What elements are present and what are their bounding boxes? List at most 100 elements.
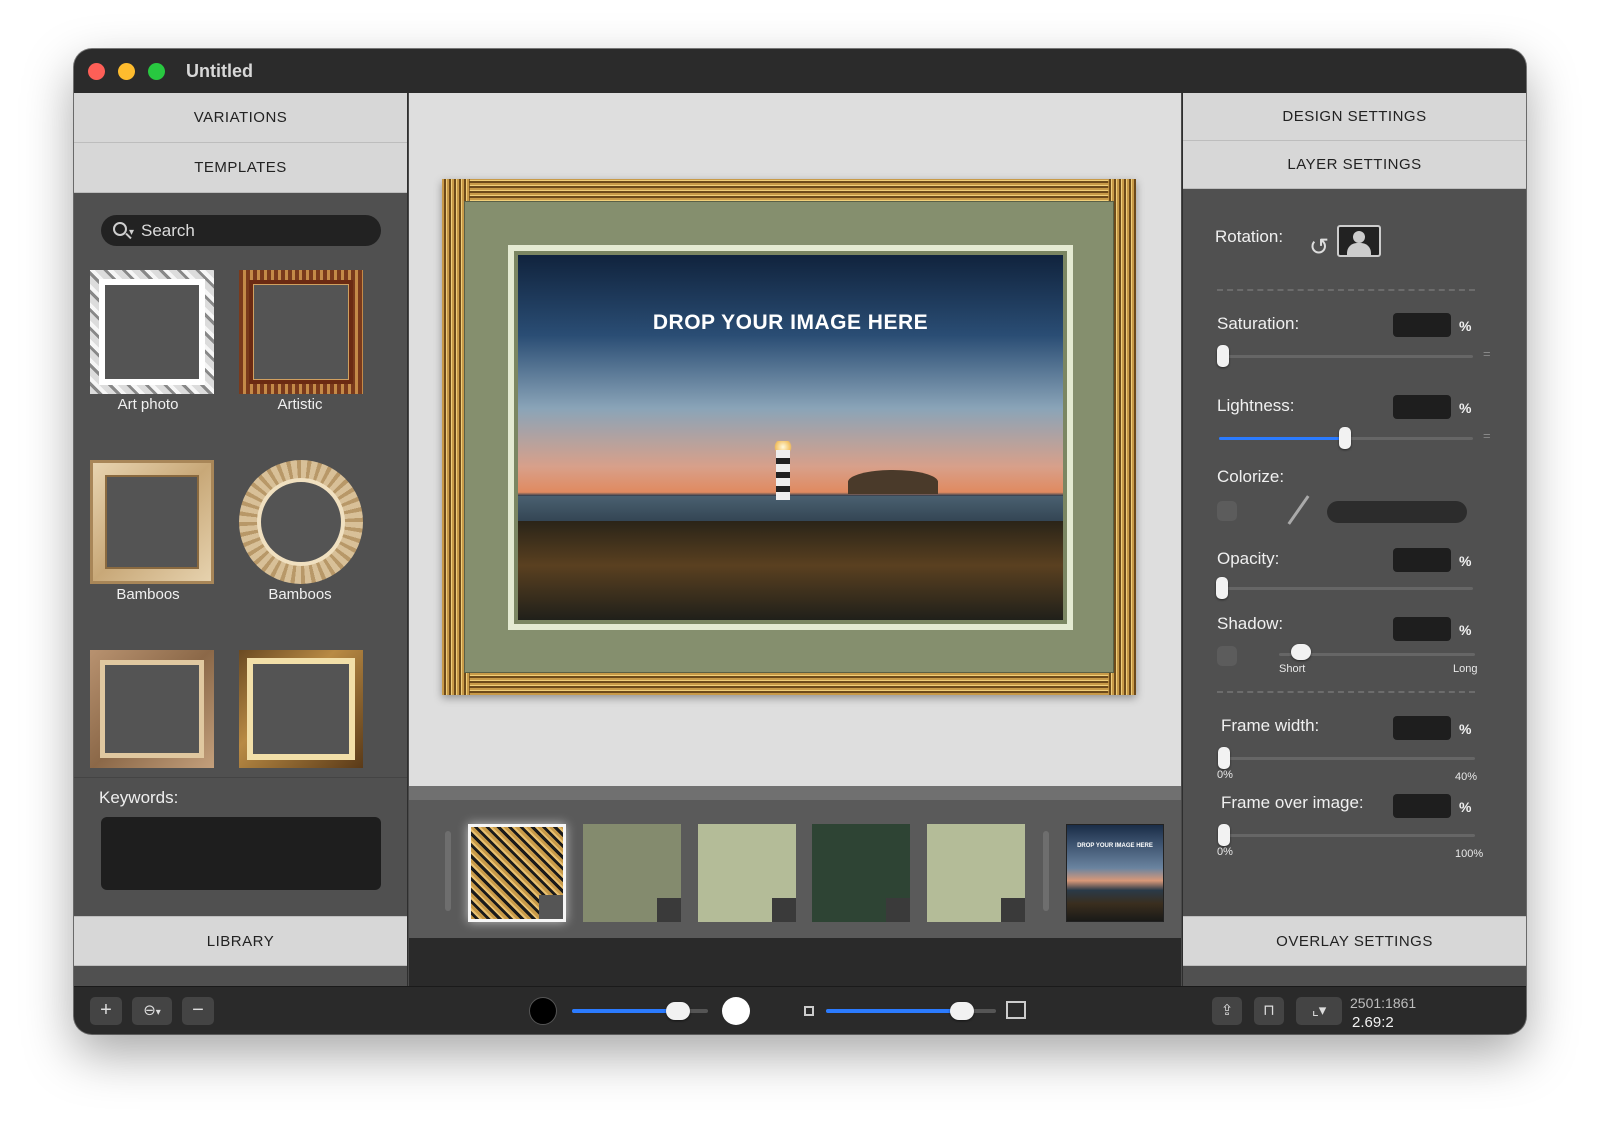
eyedropper-icon[interactable] xyxy=(1287,495,1310,525)
brightness-slider-knob[interactable] xyxy=(666,1002,690,1020)
image-drop-zone[interactable]: DROP YOUR IMAGE HERE xyxy=(518,255,1063,620)
rotation-label: Rotation: xyxy=(1215,227,1284,246)
overlay-settings-button[interactable]: OVERLAY SETTINGS xyxy=(1183,916,1526,966)
search-placeholder: Search xyxy=(141,221,195,240)
chevron-down-icon: ▾ xyxy=(129,227,135,238)
window-title: Untitled xyxy=(186,61,253,81)
percent-label: % xyxy=(1459,721,1472,737)
frame-over-image-label: Frame over image: xyxy=(1221,793,1364,812)
saturation-slider[interactable] xyxy=(1219,355,1473,358)
template-artistic[interactable] xyxy=(239,270,363,394)
strip-scroll-left[interactable] xyxy=(445,831,451,911)
color-swatch[interactable] xyxy=(927,824,1025,922)
strip-scroll-right[interactable] xyxy=(1043,831,1049,911)
frame-over-image-field[interactable] xyxy=(1393,794,1451,818)
thumbnail-text: DROP YOUR IMAGE HERE xyxy=(1077,843,1153,849)
ellipsis-circle-icon: ⊖ xyxy=(143,1002,156,1019)
saturation-slider-knob[interactable] xyxy=(1217,345,1229,367)
template-label: Bamboos xyxy=(268,586,332,603)
shadow-short-label: Short xyxy=(1279,663,1306,675)
saturation-field[interactable] xyxy=(1393,313,1451,337)
frame-width-max-label: 40% xyxy=(1455,771,1478,783)
white-color-icon[interactable] xyxy=(722,997,750,1025)
lightness-slider-knob[interactable] xyxy=(1339,427,1351,449)
template-label: Bamboos xyxy=(116,586,180,603)
template-brown-frame[interactable] xyxy=(90,650,214,768)
color-swatch[interactable] xyxy=(812,824,910,922)
frame-width-slider-knob[interactable] xyxy=(1218,747,1230,769)
shadow-long-label: Long xyxy=(1453,663,1478,675)
percent-label: % xyxy=(1459,553,1472,569)
small-size-icon[interactable] xyxy=(804,1006,814,1016)
frame-over-image-slider[interactable] xyxy=(1219,834,1475,837)
frame-over-image-slider-knob[interactable] xyxy=(1218,824,1230,846)
zoom-slider-knob[interactable] xyxy=(950,1002,974,1020)
keywords-field[interactable] xyxy=(101,817,381,890)
zoom-window-button[interactable] xyxy=(148,63,165,80)
opacity-label: Opacity: xyxy=(1217,549,1280,568)
percent-label: % xyxy=(1459,799,1472,815)
canvas-area: DROP YOUR IMAGE HERE xyxy=(409,93,1181,786)
templates-button[interactable]: TEMPLATES xyxy=(74,143,407,193)
search-input[interactable]: ▾ Search xyxy=(101,215,381,246)
layer-settings-button[interactable]: LAYER SETTINGS xyxy=(1183,141,1526,189)
lock-icon[interactable]: ⊓ xyxy=(1254,997,1284,1025)
aspect-ratio-label: 2.69:2 xyxy=(1352,1014,1394,1031)
saturation-label: Saturation: xyxy=(1217,314,1300,333)
title-bar: Untitled xyxy=(74,49,1526,93)
lightness-label: Lightness: xyxy=(1217,396,1295,415)
search-icon xyxy=(113,222,127,236)
minimize-window-button[interactable] xyxy=(118,63,135,80)
more-options-button[interactable]: ⊖▾ xyxy=(132,997,172,1025)
frame-width-slider[interactable] xyxy=(1219,757,1475,760)
template-bamboos-round[interactable] xyxy=(239,460,363,584)
shadow-field[interactable] xyxy=(1393,617,1451,641)
app-window: Untitled VARIATIONS TEMPLATES ▾ Search A… xyxy=(74,49,1526,1034)
template-label: Artistic xyxy=(277,396,323,413)
large-size-icon[interactable] xyxy=(1006,1001,1026,1019)
keywords-label: Keywords: xyxy=(99,788,179,807)
share-icon[interactable]: ⇪ xyxy=(1212,997,1242,1025)
template-bamboos-square[interactable] xyxy=(90,460,214,584)
frame-over-max-label: 100% xyxy=(1455,848,1484,860)
bottom-toolbar: + ⊖▾ − ⇪ ⊓ ⌞▾ 2501:1861 2.69:2 xyxy=(74,986,1526,1034)
frame-over-min-label: 0% xyxy=(1217,846,1233,858)
design-settings-button[interactable]: DESIGN SETTINGS xyxy=(1183,93,1526,141)
template-gold-frame[interactable] xyxy=(239,650,363,768)
image-size-label: 2501:1861 xyxy=(1350,995,1417,1011)
frame-width-field[interactable] xyxy=(1393,716,1451,740)
black-color-icon[interactable] xyxy=(529,997,557,1025)
shadow-slider-knob[interactable] xyxy=(1291,644,1311,660)
frame-width-min-label: 0% xyxy=(1217,769,1233,781)
percent-label: % xyxy=(1459,400,1472,416)
colorize-color-well[interactable] xyxy=(1327,501,1467,523)
add-button[interactable]: + xyxy=(90,997,122,1025)
portrait-orientation-icon[interactable] xyxy=(1337,225,1381,257)
shadow-checkbox[interactable] xyxy=(1217,646,1237,666)
lightness-field[interactable] xyxy=(1393,395,1451,419)
close-window-button[interactable] xyxy=(88,63,105,80)
remove-button[interactable]: − xyxy=(182,997,214,1025)
colorize-checkbox[interactable] xyxy=(1217,501,1237,521)
image-thumbnail[interactable]: DROP YOUR IMAGE HERE xyxy=(1066,824,1164,922)
colorize-label: Colorize: xyxy=(1217,467,1285,486)
opacity-slider[interactable] xyxy=(1219,587,1473,590)
percent-label: % xyxy=(1459,622,1472,638)
color-swatch[interactable] xyxy=(698,824,796,922)
left-panel: VARIATIONS TEMPLATES ▾ Search Art photo … xyxy=(74,93,408,986)
template-label: Art photo xyxy=(117,396,179,413)
island-image xyxy=(848,470,938,494)
frame-preview[interactable]: DROP YOUR IMAGE HERE xyxy=(442,179,1136,695)
library-button[interactable]: LIBRARY xyxy=(74,916,407,966)
drop-image-text: DROP YOUR IMAGE HERE xyxy=(652,311,929,334)
opacity-slider-knob[interactable] xyxy=(1216,577,1228,599)
color-swatch[interactable] xyxy=(583,824,681,922)
variations-button[interactable]: VARIATIONS xyxy=(74,93,407,143)
opacity-field[interactable] xyxy=(1393,548,1451,572)
rotate-icon[interactable]: ↺ xyxy=(1309,233,1329,262)
lighthouse-image xyxy=(776,450,790,500)
template-art-photo[interactable] xyxy=(90,270,214,394)
crop-icon[interactable]: ⌞▾ xyxy=(1296,997,1342,1025)
frame-swatch-selected[interactable] xyxy=(468,824,566,922)
percent-label: % xyxy=(1459,318,1472,334)
